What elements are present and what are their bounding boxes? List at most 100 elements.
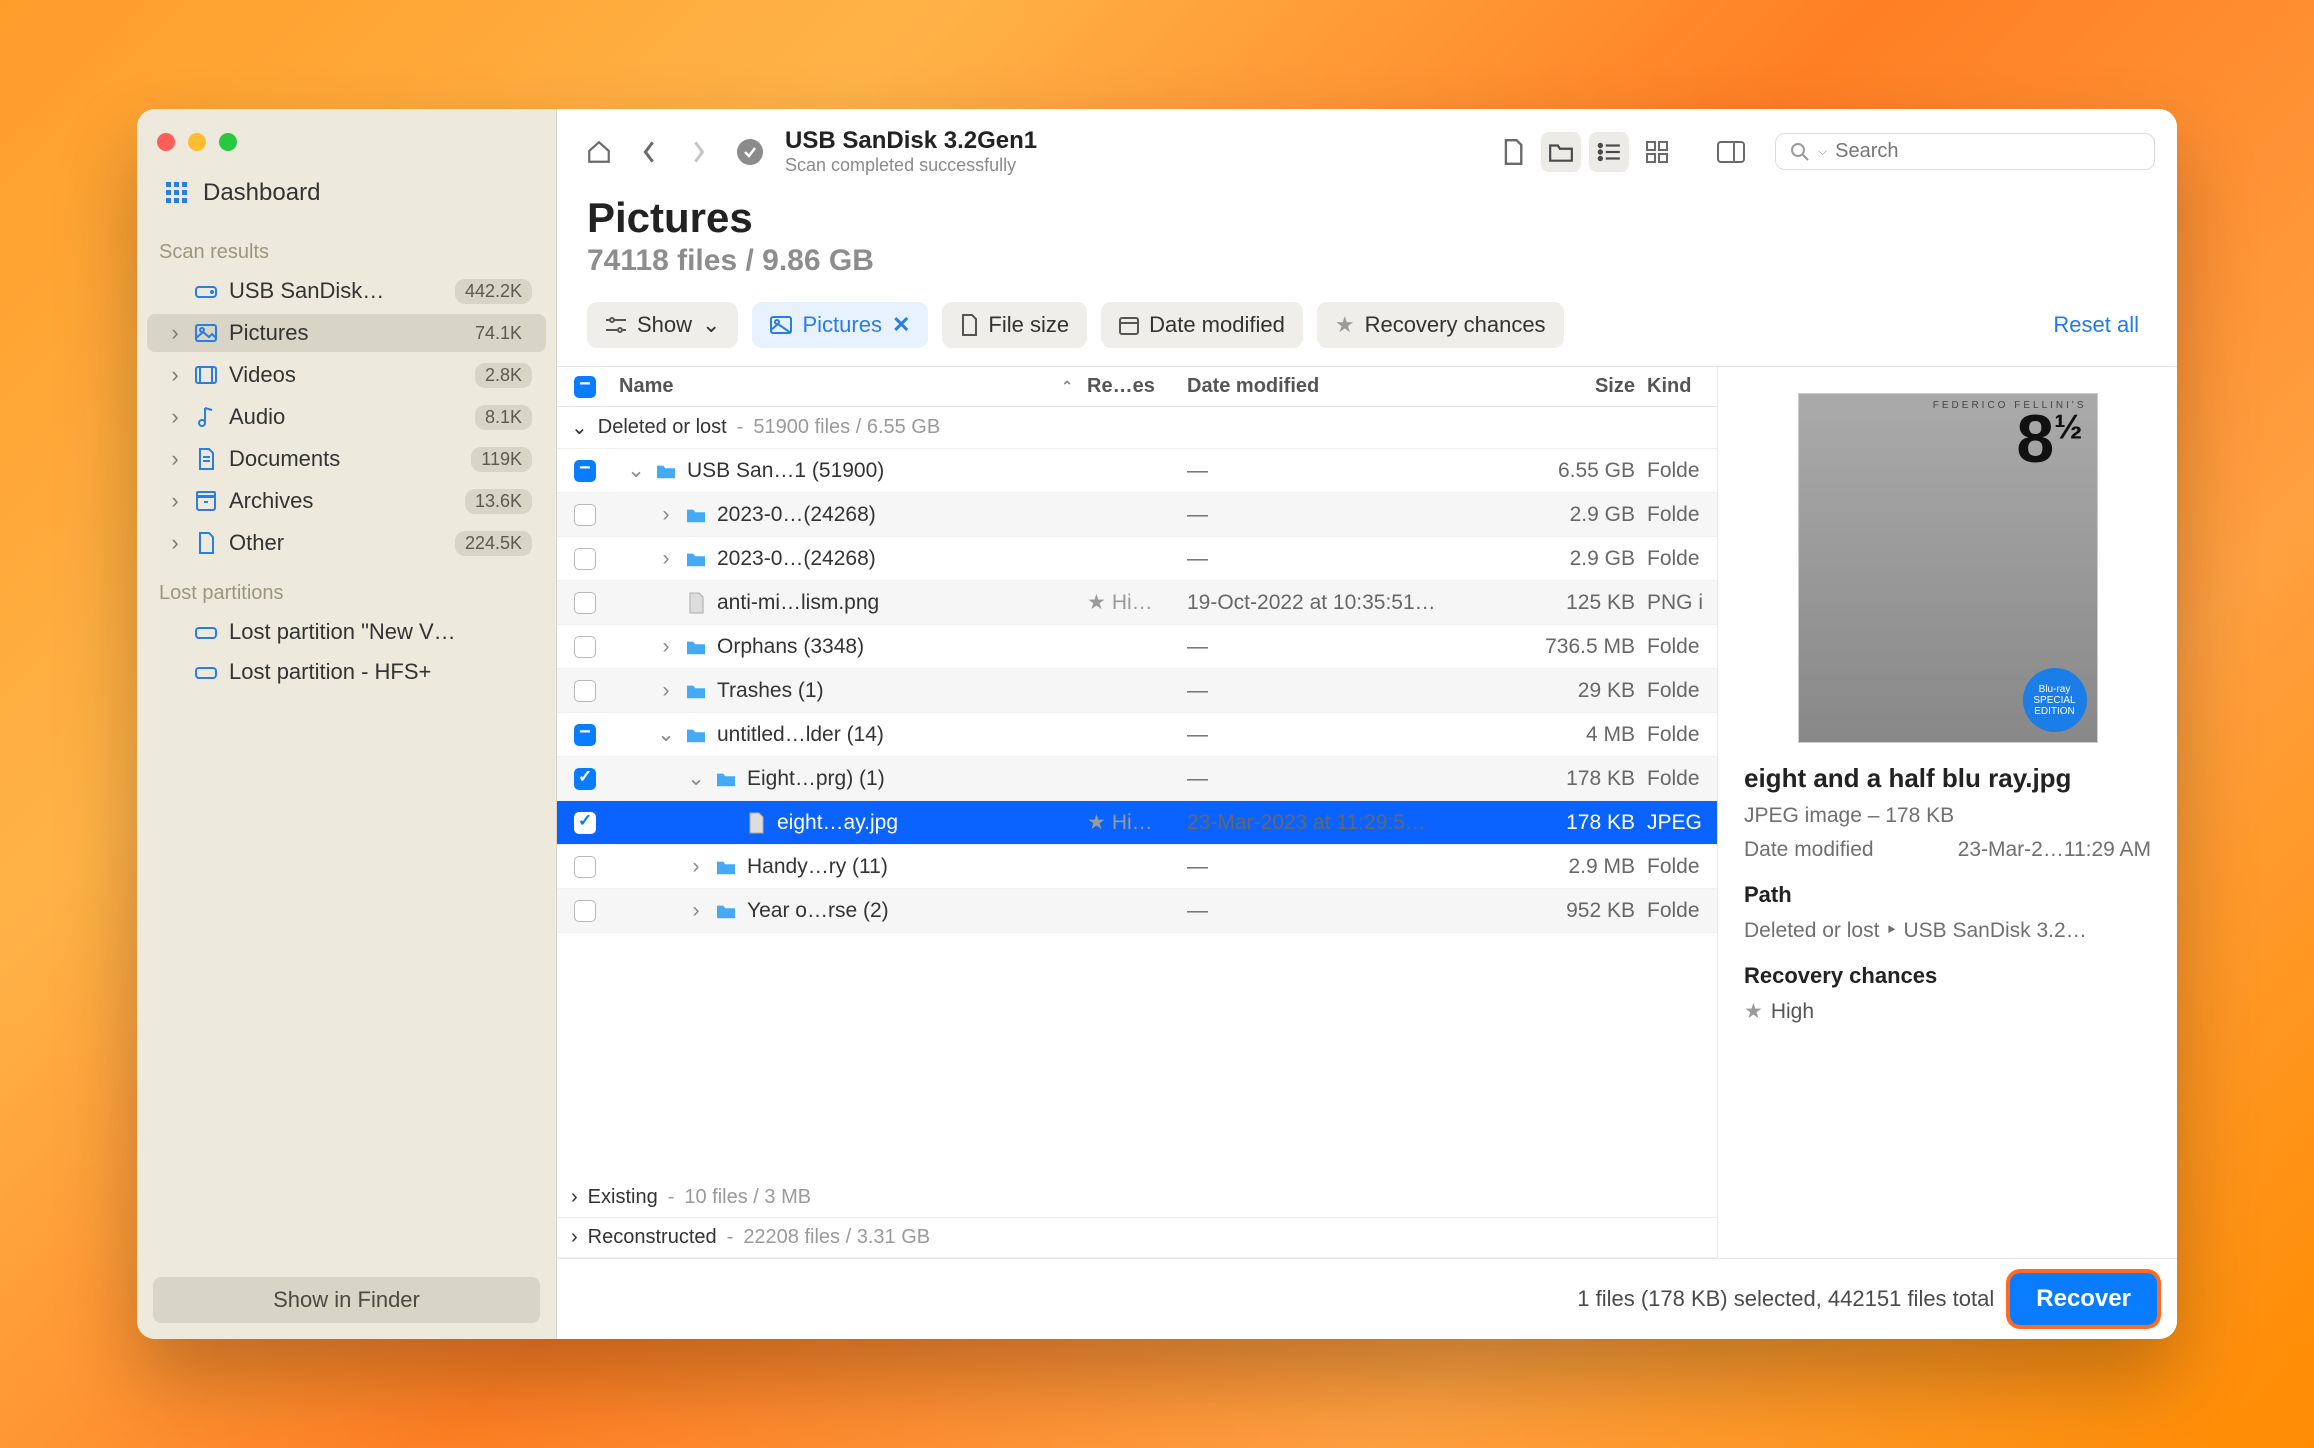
table-row[interactable]: ⌄USB San…1 (51900)—6.55 GBFolde [557, 449, 1717, 493]
pictures-filter-chip[interactable]: Pictures ✕ [752, 302, 928, 348]
view-list-icon[interactable] [1589, 132, 1629, 172]
file-name: Eight…prg) (1) [747, 767, 885, 791]
table-row[interactable]: ›2023-0…(24268)—2.9 GBFolde [557, 537, 1717, 581]
folder-icon [653, 462, 679, 480]
disclosure-icon[interactable]: ⌄ [657, 722, 675, 747]
row-size: 952 KB [1507, 899, 1647, 923]
table-row[interactable]: anti-mi…lism.png★ Hi…19-Oct-2022 at 10:3… [557, 581, 1717, 625]
row-date: — [1187, 767, 1507, 791]
sidebar-item-audio[interactable]: › Audio 8.1K [147, 398, 546, 436]
details-recovery-label: Recovery chances [1744, 963, 2151, 989]
sidebar-item-other[interactable]: › Other 224.5K [147, 524, 546, 562]
group-reconstructed[interactable]: › Reconstructed - 22208 files / 3.31 GB [557, 1218, 1717, 1258]
table-row[interactable]: ›Orphans (3348)—736.5 MBFolde [557, 625, 1717, 669]
column-name[interactable]: Name⌃ [613, 375, 1087, 398]
column-kind[interactable]: Kind [1647, 375, 1717, 398]
chevron-right-icon: › [167, 362, 183, 388]
toolbar-subtitle: Scan completed successfully [785, 155, 1037, 176]
column-date[interactable]: Date modified [1187, 375, 1507, 398]
sidebar-item-drive[interactable]: USB SanDisk… 442.2K [147, 272, 546, 310]
folder-icon [713, 902, 739, 920]
disclosure-icon[interactable]: › [657, 503, 675, 527]
table-row[interactable]: eight…ay.jpg★ Hi…23-Mar-2023 at 11:29:5…… [557, 801, 1717, 845]
table-row[interactable]: ›2023-0…(24268)—2.9 GBFolde [557, 493, 1717, 537]
show-filter-button[interactable]: Show ⌄ [587, 302, 738, 348]
table-row[interactable]: ⌄Eight…prg) (1)—178 KBFolde [557, 757, 1717, 801]
row-checkbox[interactable] [574, 768, 596, 790]
file-table: Name⌃ Re…es Date modified Size Kind ⌄ De… [557, 366, 1717, 1258]
row-checkbox[interactable] [574, 900, 596, 922]
star-icon: ★ [1744, 999, 1763, 1024]
search-input[interactable] [1835, 140, 2140, 163]
disclosure-icon[interactable]: › [687, 899, 705, 923]
row-checkbox[interactable] [574, 592, 596, 614]
disclosure-icon[interactable]: ⌄ [627, 458, 645, 483]
recover-button[interactable]: Recover [2010, 1273, 2157, 1325]
column-recovery[interactable]: Re…es [1087, 375, 1187, 398]
table-row[interactable]: ⌄untitled…lder (14)—4 MBFolde [557, 713, 1717, 757]
details-panel: FEDERICO FELLINI'S 8½ Blu-ray SPECIAL ED… [1717, 366, 2177, 1258]
table-row[interactable]: ›Handy…ry (11)—2.9 MBFolde [557, 845, 1717, 889]
group-deleted[interactable]: ⌄ Deleted or lost - 51900 files / 6.55 G… [557, 407, 1717, 449]
remove-filter-icon[interactable]: ✕ [892, 312, 910, 338]
reset-filters-link[interactable]: Reset all [2053, 312, 2147, 338]
row-checkbox[interactable] [574, 680, 596, 702]
date-filter-button[interactable]: Date modified [1101, 302, 1303, 348]
close-window-button[interactable] [157, 133, 175, 151]
search-dropdown-icon[interactable]: ⌵ [1818, 144, 1827, 159]
view-folder-icon[interactable] [1541, 132, 1581, 172]
table-row[interactable]: ›Year o…rse (2)—952 KBFolde [557, 889, 1717, 933]
sidebar: Dashboard Scan results USB SanDisk… 442.… [137, 109, 557, 1339]
row-checkbox[interactable] [574, 812, 596, 834]
dashboard-link[interactable]: Dashboard [137, 169, 556, 223]
dashboard-icon [165, 181, 189, 205]
sidebar-lost-partition[interactable]: Lost partition - HFS+ [147, 653, 546, 691]
view-sidebar-icon[interactable] [1711, 132, 1751, 172]
forward-button[interactable] [679, 132, 719, 172]
back-button[interactable] [629, 132, 669, 172]
show-in-finder-button[interactable]: Show in Finder [153, 1277, 540, 1323]
chevron-down-icon: ⌄ [702, 312, 720, 338]
star-icon: ★ [1087, 590, 1106, 615]
column-size[interactable]: Size [1507, 375, 1647, 398]
disclosure-icon[interactable]: ⌄ [687, 766, 705, 791]
disclosure-icon[interactable]: › [657, 547, 675, 571]
sidebar-lost-partition[interactable]: Lost partition "New V… [147, 613, 546, 651]
page-subtitle: 74118 files / 9.86 GB [587, 244, 2147, 278]
maximize-window-button[interactable] [219, 133, 237, 151]
row-checkbox[interactable] [574, 636, 596, 658]
table-row[interactable]: ›Trashes (1)—29 KBFolde [557, 669, 1717, 713]
file-name: eight…ay.jpg [777, 811, 898, 835]
disclosure-icon[interactable]: › [687, 855, 705, 879]
row-checkbox[interactable] [574, 724, 596, 746]
sidebar-item-documents[interactable]: › Documents 119K [147, 440, 546, 478]
toolbar-title-block: USB SanDisk 3.2Gen1 Scan completed succe… [785, 127, 1037, 176]
page-header: Pictures 74118 files / 9.86 GB [557, 184, 2177, 298]
row-checkbox[interactable] [574, 856, 596, 878]
details-date-value: 23-Mar-2…11:29 AM [1958, 838, 2151, 862]
disclosure-icon[interactable]: › [657, 635, 675, 659]
sidebar-badge: 13.6K [465, 489, 532, 514]
row-checkbox[interactable] [574, 504, 596, 526]
row-date: — [1187, 679, 1507, 703]
sidebar-item-videos[interactable]: › Videos 2.8K [147, 356, 546, 394]
filesize-filter-button[interactable]: File size [942, 302, 1087, 348]
minimize-window-button[interactable] [188, 133, 206, 151]
search-box[interactable]: ⌵ [1775, 133, 2155, 170]
recovery-filter-button[interactable]: ★ Recovery chances [1317, 302, 1564, 348]
file-rows-container: ⌄USB San…1 (51900)—6.55 GBFolde›2023-0…(… [557, 449, 1717, 1178]
row-date: 23-Mar-2023 at 11:29:5… [1187, 811, 1507, 835]
row-checkbox[interactable] [574, 548, 596, 570]
star-icon: ★ [1087, 810, 1106, 835]
view-file-icon[interactable] [1493, 132, 1533, 172]
home-button[interactable] [579, 132, 619, 172]
sidebar-item-archives[interactable]: › Archives 13.6K [147, 482, 546, 520]
sidebar-item-pictures[interactable]: › Pictures 74.1K [147, 314, 546, 352]
select-all-checkbox[interactable] [574, 376, 596, 398]
row-checkbox[interactable] [574, 460, 596, 482]
disclosure-icon[interactable]: › [657, 679, 675, 703]
view-grid-icon[interactable] [1637, 132, 1677, 172]
group-existing[interactable]: › Existing - 10 files / 3 MB [557, 1178, 1717, 1218]
chevron-right-icon: › [571, 1226, 578, 1249]
scan-results-section-label: Scan results [137, 223, 556, 270]
